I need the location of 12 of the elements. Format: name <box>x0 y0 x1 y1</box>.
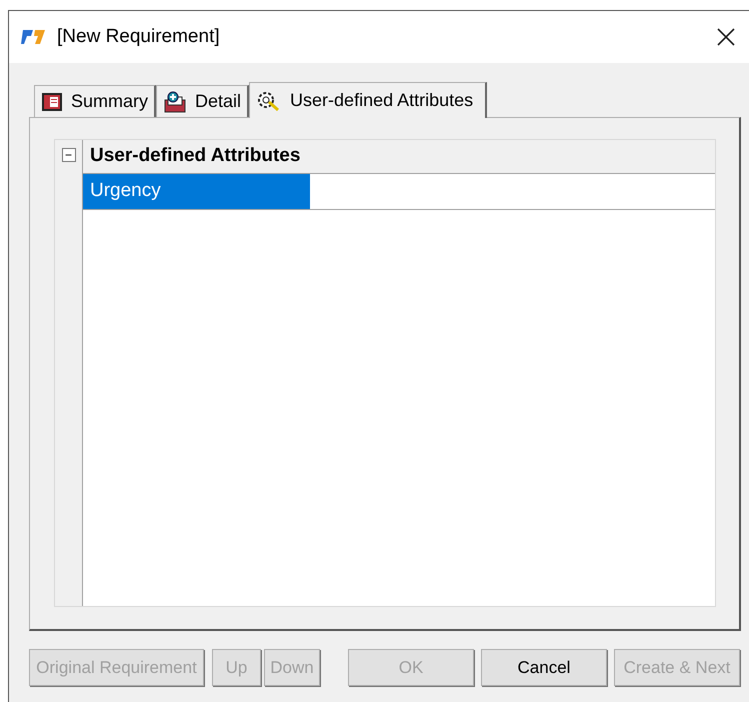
window-title: [New Requirement] <box>57 24 220 49</box>
book-icon <box>41 92 63 112</box>
tab[interactable]: Detail <box>156 85 250 117</box>
dialog-button[interactable]: Cancel <box>481 649 607 686</box>
property-name[interactable]: Urgency <box>83 174 310 209</box>
tab[interactable]: User-defined Attributes <box>249 82 488 118</box>
tab[interactable]: Summary <box>34 85 156 117</box>
document-stack-icon <box>163 90 188 112</box>
category-header: User-defined Attributes <box>83 140 715 174</box>
collapse-toggle[interactable]: − <box>62 148 76 162</box>
close-icon <box>716 27 736 47</box>
app-logo-icon <box>21 28 47 46</box>
